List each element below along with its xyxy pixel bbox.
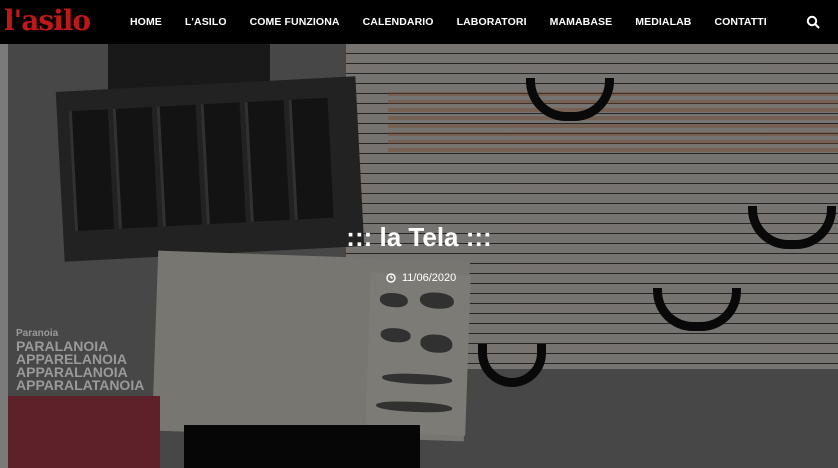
nav-item-medialab[interactable]: MEDIALAB: [635, 16, 691, 28]
hero-overlay: [8, 44, 838, 468]
main-menu: HOME L'ASILO COME FUNZIONA CALENDARIO LA…: [130, 0, 790, 44]
post-title[interactable]: ::: la Tela :::: [0, 222, 838, 253]
nav-item-contatti[interactable]: CONTATTI: [714, 16, 766, 28]
nav-item-mamabase[interactable]: MAMABASE: [550, 16, 613, 28]
nav-item-home[interactable]: HOME: [130, 16, 162, 28]
nav-item-come-funziona[interactable]: COME FUNZIONA: [250, 16, 340, 28]
top-navigation-bar: l'asilo HOME L'ASILO COME FUNZIONA CALEN…: [0, 0, 838, 44]
nav-item-calendario[interactable]: CALENDARIO: [363, 16, 434, 28]
clock-icon: [386, 273, 396, 283]
post-date: 11/06/2020: [386, 272, 456, 284]
hero-banner[interactable]: Paranoia PARALANOIA APPARELANOIA APPARAL…: [8, 44, 838, 468]
search-icon[interactable]: [806, 15, 820, 29]
collage-lettering: Paranoia PARALANOIA APPARELANOIA APPARAL…: [16, 328, 145, 393]
post-date-text: 11/06/2020: [402, 272, 457, 284]
nav-item-lasilo[interactable]: L'ASILO: [185, 16, 227, 28]
nav-item-laboratori[interactable]: LABORATORI: [457, 16, 527, 28]
site-logo[interactable]: l'asilo: [4, 4, 91, 38]
